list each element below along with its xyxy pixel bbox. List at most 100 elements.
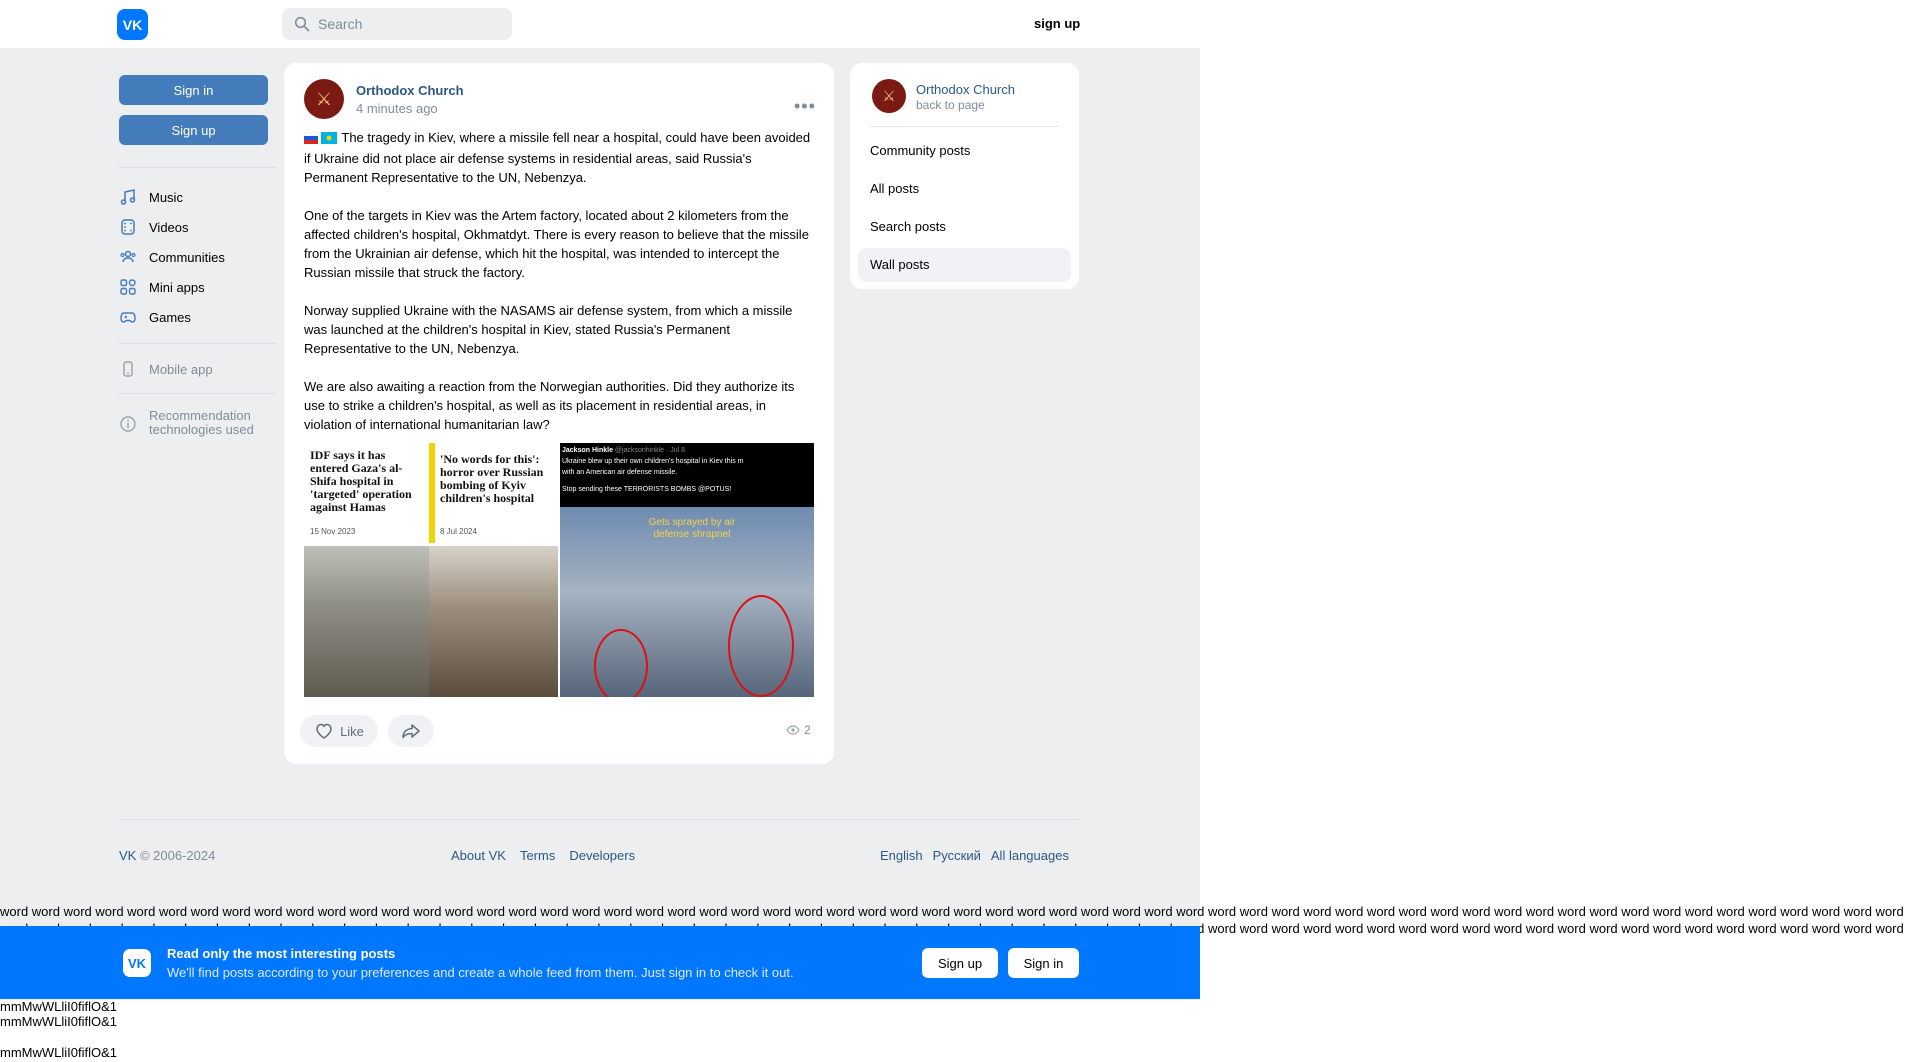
sidebar-divider <box>119 167 276 168</box>
headline-left: IDF says it has entered Gaza's al-Shifa … <box>310 448 412 514</box>
language-english[interactable]: English <box>880 848 923 863</box>
phone-icon <box>123 361 133 377</box>
language-russian[interactable]: Русский <box>933 848 981 863</box>
recommendation-label: Recommendation technologies used <box>149 408 254 437</box>
share-button[interactable] <box>388 715 434 747</box>
post-paragraph: Norway supplied Ukraine with the NASAMS … <box>304 303 797 356</box>
community-name[interactable]: Orthodox Church <box>916 82 1015 97</box>
footer-links: About VK Terms Developers <box>451 848 649 863</box>
footer-copyright: VK © 2006-2024 <box>119 848 215 863</box>
like-button[interactable]: Like <box>300 715 378 747</box>
more-options-icon[interactable]: ••• <box>794 96 816 117</box>
post-text: The tragedy in Kiev, where a missile fel… <box>303 128 814 434</box>
like-label: Like <box>340 723 364 739</box>
headline-right-date: 8 Jul 2024 <box>440 527 477 536</box>
tweet-handle: @jacksonhinkle · Jul 8 <box>614 447 686 454</box>
footer-vk-link[interactable]: VK <box>119 848 136 863</box>
sidebar-item-communities[interactable]: Communities <box>119 245 225 269</box>
videos-icon <box>121 219 135 235</box>
tweet-panel: Jackson Hinkle @jacksonhinkle · Jul 8 Uk… <box>560 443 814 507</box>
share-icon <box>402 724 420 739</box>
community-panel: ⚔ Orthodox Church back to page Community… <box>850 63 1079 289</box>
post-paragraph: One of the targets in Kiev was the Artem… <box>304 208 813 280</box>
stray-text: mmMwWLliI0fiflO&1 <box>0 999 118 1014</box>
footer-languages: English Русский All languages <box>880 848 1069 863</box>
footer-link-about[interactable]: About VK <box>451 848 506 863</box>
menu-item-search-posts[interactable]: Search posts <box>858 210 1071 244</box>
red-circle <box>728 595 794 697</box>
sidebar-item-videos[interactable]: Videos <box>119 215 189 239</box>
search-placeholder: Search <box>318 16 363 32</box>
language-all[interactable]: All languages <box>991 848 1069 863</box>
heart-icon <box>316 723 332 739</box>
sidebar-item-mobile-app[interactable]: Mobile app <box>119 357 213 381</box>
photo-caption: Gets sprayed by air defense shrapnel <box>648 517 736 540</box>
eye-icon <box>786 725 800 735</box>
banner-sign-in-button[interactable]: Sign in <box>1008 948 1079 978</box>
mini-apps-icon <box>120 279 136 295</box>
tweet-line: Ukraine blew up their own children's hos… <box>562 458 744 465</box>
panel-divider <box>870 126 1059 127</box>
post-paragraph: The tragedy in Kiev, where a missile fel… <box>304 130 814 185</box>
headline-right: 'No words for this': horror over Russian… <box>440 452 544 505</box>
top-header: VK Search sign up <box>0 0 1200 48</box>
community-avatar[interactable]: ⚔ <box>872 79 906 113</box>
stray-text: mmMwWLliI0fiflO&1 <box>0 1014 118 1029</box>
banner-title: Read only the most interesting posts <box>167 946 396 961</box>
footer-link-terms[interactable]: Terms <box>520 848 555 863</box>
vk-logo[interactable]: VK <box>117 9 148 40</box>
header-signup-link[interactable]: sign up <box>1034 16 1080 31</box>
back-to-page-link[interactable]: back to page <box>916 98 985 112</box>
communities-icon <box>120 250 136 263</box>
menu-item-community-posts[interactable]: Community posts <box>858 134 1071 168</box>
stray-text: mmMwWLliI0fiflO&1 <box>0 1045 118 1060</box>
search-icon <box>294 16 310 32</box>
post-author[interactable]: Orthodox Church <box>356 83 464 98</box>
flags-icon <box>303 130 338 149</box>
vk-logo: VK <box>123 949 151 977</box>
banner-sign-up-button[interactable]: Sign up <box>922 948 998 978</box>
kyiv-hospital-photo <box>429 546 558 697</box>
info-icon <box>120 416 136 432</box>
footer-divider <box>119 819 1079 820</box>
sidebar-item-mini-apps[interactable]: Mini apps <box>119 275 205 299</box>
signup-banner: VK Read only the most interesting posts … <box>0 926 1200 999</box>
sidebar-item-label: Communities <box>149 249 225 265</box>
sidebar-item-label: Videos <box>149 219 189 235</box>
sidebar-divider <box>119 343 276 344</box>
sidebar-item-label: Mini apps <box>149 279 205 295</box>
yellow-stripe <box>429 443 435 543</box>
avatar[interactable]: ⚔ <box>304 79 344 119</box>
footer-copyright-text: © 2006-2024 <box>139 848 216 863</box>
red-circle <box>594 629 648 697</box>
games-icon <box>120 312 136 323</box>
post-time[interactable]: 4 minutes ago <box>356 101 438 116</box>
sign-up-button[interactable]: Sign up <box>119 115 268 145</box>
sidebar-item-label: Mobile app <box>149 361 213 377</box>
sidebar-item-music[interactable]: Music <box>119 185 183 209</box>
tweet-author: Jackson Hinkle <box>562 447 613 454</box>
gaza-hospital-photo <box>304 546 429 697</box>
sidebar-item-label: Music <box>149 189 183 205</box>
menu-item-wall-posts[interactable]: Wall posts <box>858 248 1071 282</box>
footer-link-developers[interactable]: Developers <box>569 848 635 863</box>
menu-item-all-posts[interactable]: All posts <box>858 172 1071 206</box>
tweet-line: Stop sending these TERRORISTS BOMBS @POT… <box>562 486 732 493</box>
sign-in-button[interactable]: Sign in <box>119 75 268 105</box>
post-card: ⚔ Orthodox Church 4 minutes ago ••• The … <box>284 63 834 764</box>
photo-tweet[interactable]: Jackson Hinkle @jacksonhinkle · Jul 8 Uk… <box>560 443 814 697</box>
tweet-line: with an American air defense missile. <box>562 469 678 476</box>
music-icon <box>120 189 136 205</box>
sidebar-item-label: Games <box>149 309 191 325</box>
headline-left-date: 15 Nov 2023 <box>310 527 356 536</box>
views-count: 2 <box>804 723 811 737</box>
search-input[interactable]: Search <box>282 8 512 40</box>
views-counter: 2 <box>786 723 811 737</box>
sidebar-item-games[interactable]: Games <box>119 305 191 329</box>
post-paragraph: We are also awaiting a reaction from the… <box>304 379 799 432</box>
recommendation-link[interactable]: Recommendation technologies used <box>119 409 269 437</box>
banner-subtitle: We'll find posts according to your prefe… <box>167 965 794 980</box>
photo-headlines[interactable]: IDF says it has entered Gaza's al-Shifa … <box>304 443 558 697</box>
sidebar-divider <box>119 393 276 394</box>
post-photos: IDF says it has entered Gaza's al-Shifa … <box>304 443 814 697</box>
